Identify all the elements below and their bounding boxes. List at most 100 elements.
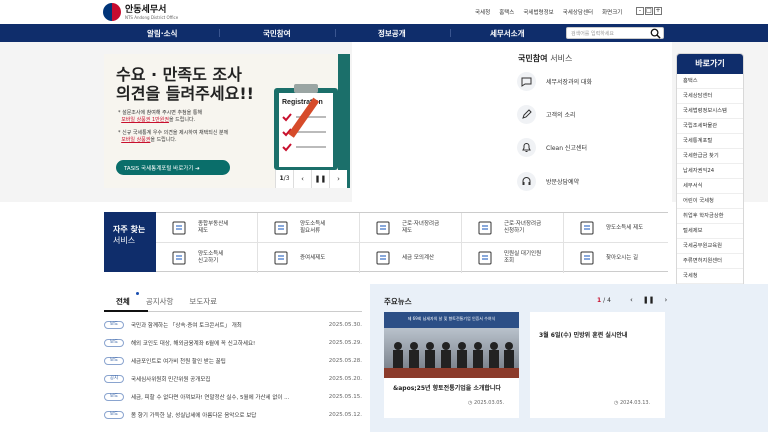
tasis-link-button[interactable]: TASIS 국세통계포털 바로가기 ➔ — [116, 160, 230, 175]
faq-item[interactable]: 증여세제도 — [258, 243, 360, 273]
quick-link-item[interactable]: 납세자권익24 — [677, 164, 743, 179]
faq-item-label: 세금 모의계산 — [402, 254, 435, 261]
news-card[interactable]: 3월 6일(수) 민방위 훈련 실시안내 ◷ 2024.03.13. — [530, 312, 665, 418]
headset-icon — [517, 172, 536, 191]
util-screen-size-label: 화면크기 — [602, 10, 623, 16]
zoom-reset-button[interactable]: □ — [645, 7, 653, 15]
notice-date: 2025.05.28. — [328, 358, 362, 364]
faq-item[interactable]: 근로·자녀장려금 신청하기 — [462, 213, 564, 243]
main-news-prev-button[interactable]: ‹ — [630, 296, 633, 304]
main-news-next-button[interactable]: › — [665, 296, 668, 304]
quick-link-item[interactable]: 세무서식 — [677, 179, 743, 194]
participation-item-voice[interactable]: 고객의 소리 — [517, 105, 576, 124]
logo-title: 안동세무서 — [125, 4, 167, 15]
news-photo[interactable]: 제 69회 납세자의 날 및 향토전통기업 인증서 수여식 — [384, 312, 519, 378]
notice-date: 2025.05.12. — [328, 412, 362, 418]
survey-clipboard-illustration: Registration — [274, 84, 338, 170]
notice-date: 2025.05.15. — [328, 394, 362, 400]
tab-all[interactable]: 전체 — [116, 296, 130, 307]
faq-item-label: 근로·자녀장려금 제도 — [402, 221, 440, 234]
zoom-in-button[interactable]: + — [654, 7, 662, 15]
quick-link-item[interactable]: 취업후 학자금상환 — [677, 209, 743, 224]
faq-item[interactable]: 양도소득세 제도 — [564, 213, 666, 243]
screen-size-controls: - □ + — [636, 7, 663, 15]
participation-item-chief[interactable]: 세무서장과의 대화 — [517, 72, 592, 91]
faq-item-label: 양도소득세 필요서류 — [300, 221, 326, 234]
logo-subtitle: NTS Andong District Office — [125, 14, 179, 20]
quick-link-item[interactable]: 국세법령정보시스템 — [677, 104, 743, 119]
faq-row-divider — [156, 242, 668, 243]
quick-link-item[interactable]: 주류면허지원센터 — [677, 254, 743, 269]
faq-item[interactable]: 종합부동산세 제도 — [156, 213, 258, 243]
util-link-hometax[interactable]: 홈택스 — [499, 8, 514, 16]
quick-link-item[interactable]: 홈택스 — [677, 74, 743, 89]
calculator-icon — [376, 251, 390, 265]
photo-banner-caption: 제 69회 납세자의 날 및 향토전통기업 인증서 수여식 — [407, 316, 496, 321]
quick-link-item[interactable]: 국립조세박물관 — [677, 119, 743, 134]
people-group-image — [384, 342, 519, 378]
notice-row[interactable]: 보도 봄 향기 가득한 날, 성실납세에 아름다운 음악으로 보답 2025.05.… — [104, 408, 362, 422]
tab-press[interactable]: 보도자료 — [189, 296, 217, 307]
chat-bubble-icon — [517, 72, 536, 91]
banner-controls: 1/3 ‹ ❚❚ › — [275, 170, 347, 188]
faq-item[interactable]: 양도소득세 필요서류 — [258, 213, 360, 243]
tab-notice[interactable]: 공지사항 — [146, 296, 174, 307]
nav-divider — [450, 29, 451, 37]
notice-row[interactable]: 보도 세금포인트로 여가비 천원 할인 받는 꿀팁 2025.05.28. — [104, 354, 362, 368]
doc-pen-icon — [172, 251, 186, 265]
faq-item-label: 민원실 대기인원 조회 — [504, 251, 542, 264]
quick-link-item[interactable]: 국세상담센터 — [677, 89, 743, 104]
participation-item-visit[interactable]: 방문상담예약 — [517, 172, 579, 191]
quick-link-item[interactable]: 국세청 — [677, 269, 743, 284]
notice-title: 봄 향기 가득한 날, 성실납세에 아름다운 음악으로 보답 — [131, 413, 257, 419]
nav-item-news[interactable]: 알림·소식 — [147, 28, 177, 39]
news-card-title: 3월 6일(수) 민방위 훈련 실시안내 — [539, 332, 628, 339]
nav-item-about[interactable]: 세무서소개 — [490, 28, 525, 39]
notice-row[interactable]: 보도 해외 코인도 대상, 해외금융계좌 6월에 꼭 신고하세요! 2025.05.… — [104, 336, 362, 350]
notice-tag-badge: 보도 — [104, 321, 124, 329]
main-news-pause-button[interactable]: ❚❚ — [643, 296, 655, 304]
faq-item[interactable]: 세금 모의계산 — [360, 243, 462, 273]
quick-link-item[interactable]: 국세통계포털 — [677, 134, 743, 149]
util-link-nts[interactable]: 국세청 — [475, 8, 490, 16]
calc-icon — [376, 221, 390, 235]
banner-next-button[interactable]: › — [329, 170, 347, 188]
notice-tag-badge: 보도 — [104, 393, 124, 401]
util-link-law[interactable]: 국세법령정보 — [523, 8, 553, 16]
pencil-icon — [517, 105, 536, 124]
search-icon[interactable] — [650, 28, 661, 39]
notice-row[interactable]: 보도 세금, 피할 수 없다면 아껴보자! 연말정산 실수, 5월에 가산세 없이… — [104, 390, 362, 404]
doc-check-icon — [478, 221, 492, 235]
zoom-out-button[interactable]: - — [636, 7, 644, 15]
notice-row[interactable]: 보도 국민과 함께하는 「상속·증여 토크콘서트」 개최 2025.05.30. — [104, 318, 362, 332]
quick-link-item[interactable]: 털세제보 — [677, 224, 743, 239]
quick-link-item[interactable]: 국세공무원교육원 — [677, 239, 743, 254]
nav-divider — [219, 29, 220, 37]
news-card-date: ◷ 2025.03.05. — [468, 400, 505, 406]
people-icon — [478, 251, 492, 265]
gift-icon — [274, 251, 288, 265]
site-header: 안동세무서 NTS Andong District Office 국세청 홈택스… — [0, 0, 768, 24]
faq-item-label: 찾아오시는 길 — [606, 254, 639, 261]
nav-divider — [335, 29, 336, 37]
faq-item[interactable]: 양도소득세 신고하기 — [156, 243, 258, 273]
notice-title: 세금포인트로 여가비 천원 할인 받는 꿀팁 — [131, 359, 226, 365]
quick-link-item[interactable]: 국세환급금 찾기 — [677, 149, 743, 164]
quick-link-item[interactable]: 어린이 국세청 — [677, 194, 743, 209]
clock-icon: ◷ — [614, 400, 619, 406]
notice-title: 국세심사위원회 민간위원 공개모집 — [131, 377, 211, 383]
notice-row[interactable]: 공지 국세심사위원회 민간위원 공개모집 2025.05.20. — [104, 372, 362, 386]
faq-item[interactable]: 민원실 대기인원 조회 — [462, 243, 564, 273]
faq-item[interactable]: 찾아오시는 길 — [564, 243, 666, 273]
faq-item[interactable]: 근로·자녀장려금 제도 — [360, 213, 462, 243]
util-link-counsel[interactable]: 국세상담센터 — [563, 8, 593, 16]
notice-title: 세금, 피할 수 없다면 아껴보자! 연말정산 실수, 5월에 가산세 없이 .… — [131, 395, 290, 401]
banner-pause-button[interactable]: ❚❚ — [311, 170, 329, 188]
promo-banner[interactable]: 수요 · 만족도 조사 의견을 들려주세요!! * 설문조사에 참여해 주시면 … — [104, 54, 349, 188]
nav-item-participation[interactable]: 국민참여 — [263, 28, 291, 39]
participation-item-clean[interactable]: Clean 신고센터 — [517, 138, 587, 157]
banner-prev-button[interactable]: ‹ — [293, 170, 311, 188]
site-logo[interactable]: 안동세무서 NTS Andong District Office — [103, 3, 178, 21]
building-icon — [172, 221, 186, 235]
nav-item-disclosure[interactable]: 정보공개 — [378, 28, 406, 39]
